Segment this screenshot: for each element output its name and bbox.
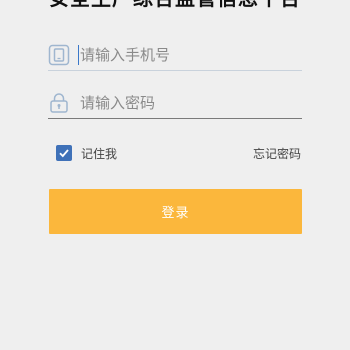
password-input[interactable] — [78, 88, 300, 118]
remember-me-label: 记住我 — [81, 146, 118, 161]
phone-icon — [48, 44, 70, 66]
lock-icon — [48, 92, 70, 114]
login-button[interactable]: 登录 — [49, 189, 302, 234]
phone-field[interactable] — [48, 40, 302, 71]
remember-me[interactable]: 记住我 — [56, 144, 117, 162]
text-cursor — [78, 45, 79, 65]
password-field[interactable] — [48, 88, 302, 119]
app-title: 安全生产综合监管信息平台 — [0, 0, 350, 11]
login-screen: 安全生产综合监管信息平台 记住我 — [0, 0, 350, 350]
checkmark-icon — [59, 149, 69, 158]
forgot-password-link[interactable]: 忘记密码 — [253, 145, 301, 162]
phone-input[interactable] — [78, 40, 300, 70]
remember-me-checkbox[interactable] — [56, 145, 72, 161]
